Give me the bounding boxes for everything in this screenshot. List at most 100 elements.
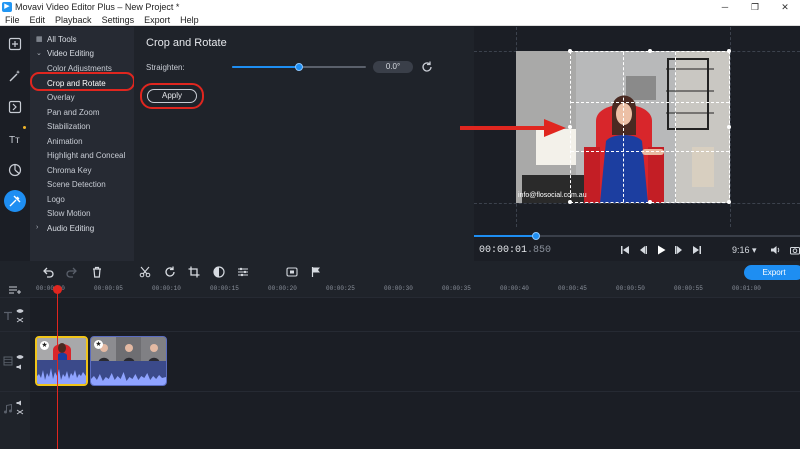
panel-title: Crop and Rotate	[146, 37, 227, 49]
titles-button[interactable]: Tт	[6, 130, 24, 148]
crop-handle[interactable]	[727, 200, 731, 204]
clip-properties-icon[interactable]	[237, 266, 249, 278]
filters-button[interactable]	[6, 67, 24, 85]
playhead[interactable]	[57, 288, 58, 449]
tool-stabilization[interactable]: Stabilization	[47, 122, 90, 131]
timecode: 00:00:01.850	[479, 245, 551, 256]
tool-pan-and-zoom[interactable]: Pan and Zoom	[47, 108, 99, 117]
playback-scrubber[interactable]	[474, 232, 800, 240]
rotate-icon[interactable]	[164, 266, 176, 278]
minimize-button[interactable]: ─	[710, 0, 740, 14]
skip-end-icon[interactable]	[692, 245, 702, 255]
tool-highlight-and-conceal[interactable]: Highlight and Conceal	[47, 151, 125, 160]
aspect-ratio-select[interactable]: 9:16 ▾	[732, 245, 757, 256]
video-clip[interactable]: ★	[90, 336, 167, 386]
next-frame-icon[interactable]	[674, 245, 684, 255]
crop-icon[interactable]	[188, 266, 200, 278]
previous-frame-icon[interactable]	[638, 245, 648, 255]
play-icon[interactable]	[656, 245, 666, 255]
straighten-slider-handle[interactable]	[295, 63, 303, 71]
tools-list: ▦ All Tools ⌄ Video Editing Color Adjust…	[30, 27, 135, 261]
redo-icon[interactable]	[66, 266, 78, 278]
tool-overlay[interactable]: Overlay	[47, 93, 75, 102]
more-tools-button[interactable]	[4, 190, 26, 212]
timecode-main: 00:00:01	[479, 245, 528, 256]
playback-bar: 00:00:01.850 9:16 ▾	[474, 231, 800, 261]
menu-file[interactable]: File	[0, 15, 25, 25]
snapshot-icon[interactable]	[790, 245, 800, 255]
transitions-button[interactable]	[6, 98, 24, 116]
tool-logo[interactable]: Logo	[47, 195, 65, 204]
app-window: ▶ Movavi Video Editor Plus – New Project…	[0, 0, 800, 449]
lock-icon[interactable]	[16, 409, 24, 415]
music-note-icon	[4, 404, 12, 414]
video-clip-selected[interactable]: ★	[35, 336, 88, 386]
menu-playback[interactable]: Playback	[50, 15, 97, 25]
mute-speaker-icon[interactable]	[16, 400, 24, 406]
crop-handle[interactable]	[727, 49, 731, 53]
menu-bar: File Edit Playback Settings Export Help	[0, 14, 800, 26]
crop-handle[interactable]	[568, 49, 572, 53]
grid-icon: ▦	[36, 36, 43, 43]
crop-grid-line	[571, 101, 729, 103]
audio-editing-group[interactable]: Audio Editing	[47, 224, 94, 233]
all-tools-item[interactable]: All Tools	[47, 35, 77, 44]
split-scissors-icon[interactable]	[139, 266, 151, 278]
new-badge-dot	[23, 126, 26, 129]
window-controls: ─ ❐ ✕	[710, 0, 800, 14]
add-track-icon[interactable]	[8, 285, 22, 295]
track-header	[0, 392, 30, 449]
tool-animation[interactable]: Animation	[47, 137, 83, 146]
tool-scene-detection[interactable]: Scene Detection	[47, 180, 106, 189]
playback-handle[interactable]	[531, 232, 540, 240]
transport-controls	[620, 245, 702, 255]
marker-flag-icon[interactable]	[310, 266, 322, 278]
preview-area: info@flosocial.com.au	[474, 27, 800, 261]
crop-frame[interactable]	[568, 49, 731, 204]
straighten-slider[interactable]	[232, 63, 366, 71]
visibility-eye-icon[interactable]	[16, 354, 24, 360]
export-button[interactable]: Export	[744, 265, 800, 280]
timecode-fraction: .850	[527, 245, 552, 256]
text-icon: Tт	[9, 135, 20, 146]
crop-handle[interactable]	[648, 200, 652, 204]
mute-speaker-icon[interactable]	[16, 364, 24, 370]
straighten-value[interactable]: 0.0°	[373, 61, 413, 73]
menu-help[interactable]: Help	[175, 15, 204, 25]
tool-chroma-key[interactable]: Chroma Key	[47, 166, 91, 175]
delete-icon[interactable]	[91, 266, 103, 278]
clip-thumbnail	[91, 337, 166, 363]
crop-handle[interactable]	[568, 200, 572, 204]
maximize-button[interactable]: ❐	[740, 0, 770, 14]
apply-button[interactable]: Apply	[147, 89, 197, 103]
undo-icon[interactable]	[42, 266, 54, 278]
stickers-button[interactable]	[6, 161, 24, 179]
voiceover-icon[interactable]	[286, 266, 298, 278]
tool-slow-motion[interactable]: Slow Motion	[47, 209, 91, 218]
playhead-handle[interactable]	[53, 285, 62, 294]
ruler-tick-label: 00:00:35	[442, 285, 471, 292]
timeline-ruler[interactable]: 00:00:00 00:00:05 00:00:10 00:00:15 00:00:20…	[0, 283, 800, 297]
pie-chart-icon	[8, 163, 22, 177]
chevron-right-icon: ›	[36, 224, 39, 231]
video-editing-group[interactable]: Video Editing	[47, 49, 94, 58]
lock-icon[interactable]	[16, 317, 24, 323]
video-track-icon	[3, 356, 13, 366]
track-header	[0, 298, 30, 331]
skip-start-icon[interactable]	[620, 245, 630, 255]
menu-settings[interactable]: Settings	[97, 15, 140, 25]
playback-progress	[474, 235, 536, 237]
crop-handle[interactable]	[648, 49, 652, 53]
volume-icon[interactable]	[770, 245, 781, 255]
color-adjust-icon[interactable]	[213, 266, 225, 278]
menu-edit[interactable]: Edit	[25, 15, 51, 25]
menu-export[interactable]: Export	[139, 15, 175, 25]
close-button[interactable]: ✕	[770, 0, 800, 14]
crop-handle[interactable]	[727, 125, 731, 129]
timeline-toolbar	[0, 261, 800, 283]
visibility-eye-icon[interactable]	[16, 308, 24, 314]
ruler-tick-label: 00:00:10	[152, 285, 181, 292]
title-track	[0, 297, 800, 331]
import-button[interactable]	[6, 35, 24, 53]
rotate-reset-icon[interactable]	[420, 60, 434, 74]
